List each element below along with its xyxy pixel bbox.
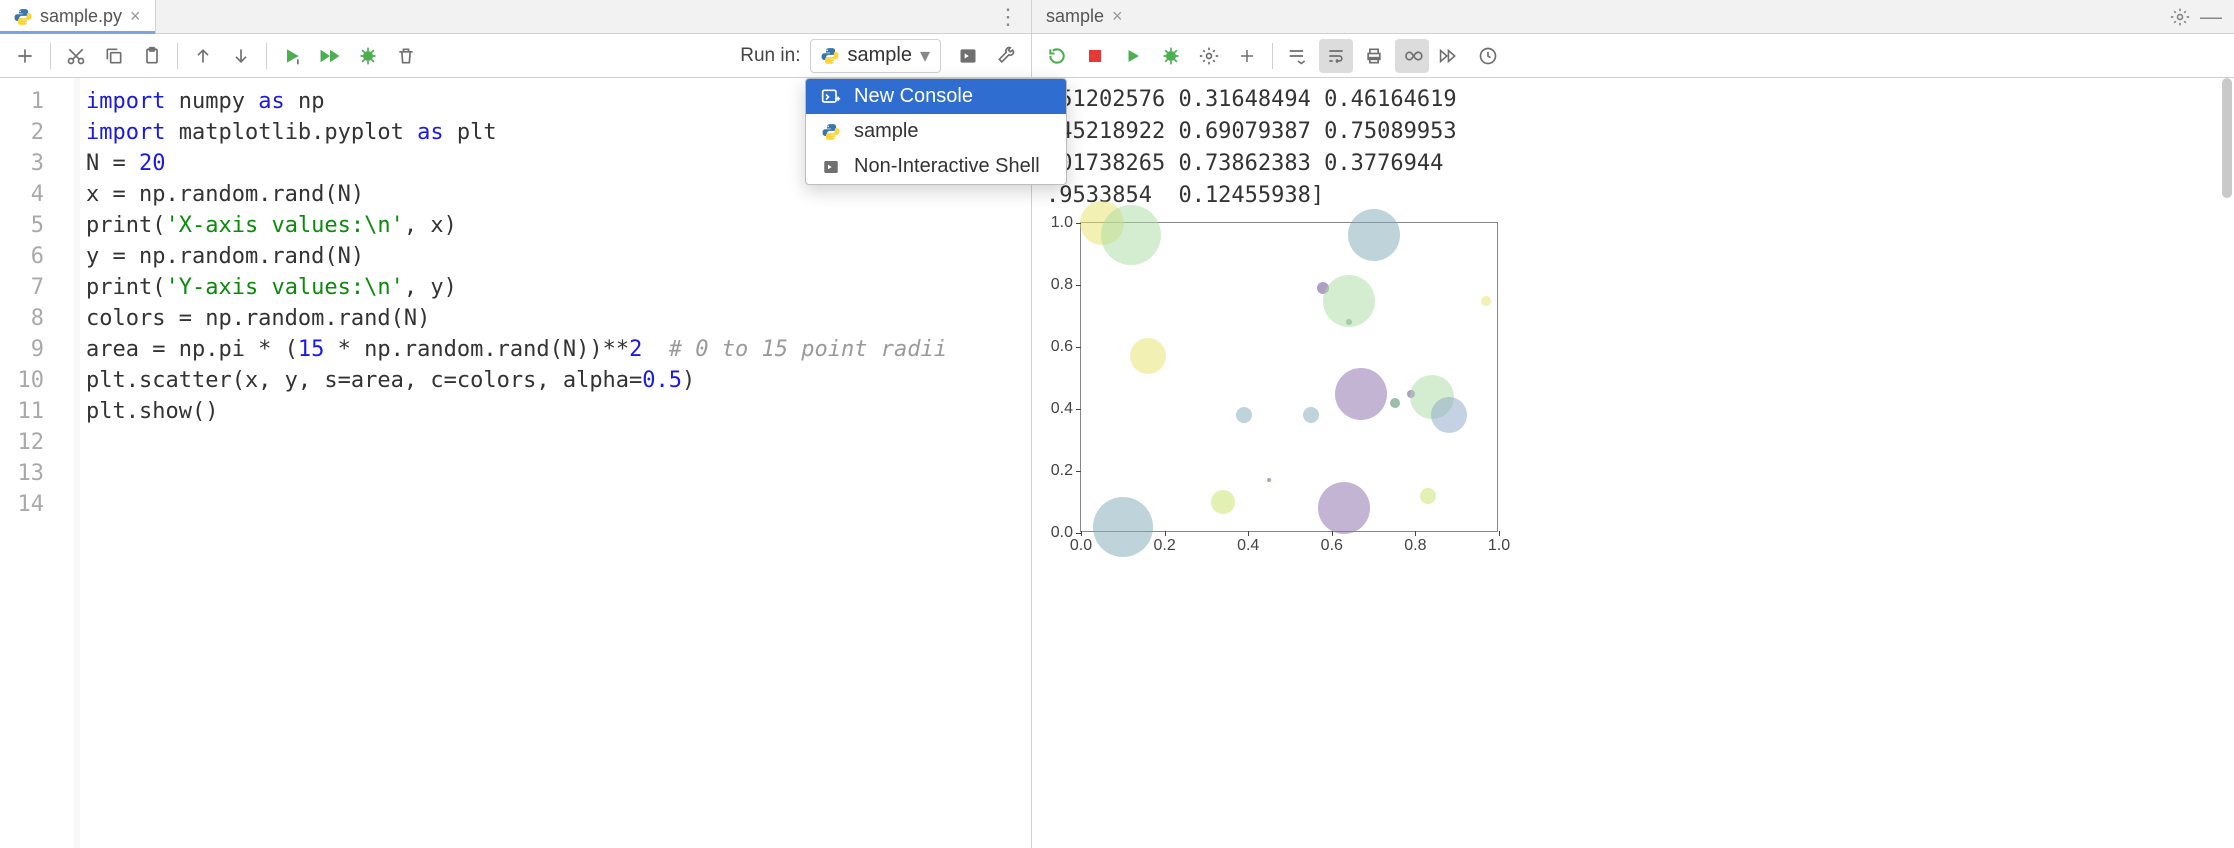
x-tick-label: 0.6: [1321, 537, 1343, 555]
new-cell-button[interactable]: [8, 39, 42, 73]
menu-item-label: Non-Interactive Shell: [854, 155, 1040, 178]
menu-item-label: sample: [854, 120, 918, 143]
python-file-icon: [14, 8, 32, 26]
chart-point: [1267, 478, 1271, 482]
x-tick-label: 0.4: [1237, 537, 1259, 555]
copy-button[interactable]: [97, 39, 131, 73]
run-target-menu[interactable]: New Console sample Non-Interactive Shell: [805, 78, 1067, 185]
chart-point: [1431, 397, 1467, 433]
y-tick-label: 0.4: [1051, 400, 1073, 418]
stop-button[interactable]: [1078, 39, 1112, 73]
shell-icon: [820, 158, 842, 176]
x-tick-label: 0.8: [1404, 537, 1426, 555]
chart-point: [1101, 205, 1161, 265]
python-icon: [821, 47, 839, 65]
rerun-button[interactable]: [1040, 39, 1074, 73]
scroll-to-end-button[interactable]: [1281, 39, 1315, 73]
print-button[interactable]: [1357, 39, 1391, 73]
chart-point: [1348, 209, 1400, 261]
chart-point: [1211, 490, 1235, 514]
run-target-value: sample: [847, 44, 911, 67]
editor-tab-sample[interactable]: sample.py ×: [0, 0, 156, 33]
paste-button[interactable]: [135, 39, 169, 73]
history-button[interactable]: [1471, 39, 1505, 73]
chart-point: [1335, 368, 1387, 420]
move-up-button[interactable]: [186, 39, 220, 73]
run-target-option-new-console[interactable]: New Console: [806, 79, 1066, 114]
chart-point: [1323, 275, 1375, 327]
chart-point: [1481, 296, 1491, 306]
run-button[interactable]: [1116, 39, 1150, 73]
delete-button[interactable]: [389, 39, 423, 73]
y-tick-label: 1.0: [1051, 214, 1073, 232]
tab-overflow-icon[interactable]: ⋮: [997, 4, 1019, 30]
y-tick-label: 0.6: [1051, 338, 1073, 356]
code-editor[interactable]: 1234567891011121314 import numpy as npim…: [0, 78, 1031, 848]
chart-point: [1130, 338, 1166, 374]
run-cell-button[interactable]: [275, 39, 309, 73]
move-down-button[interactable]: [224, 39, 258, 73]
console-toolbar: [1032, 34, 2234, 78]
scatter-chart: 0.00.20.40.60.81.00.00.20.40.60.81.0: [1080, 222, 1498, 532]
run-all-button[interactable]: [313, 39, 347, 73]
debug-button[interactable]: [1154, 39, 1188, 73]
console-tab-label: sample: [1046, 6, 1104, 27]
editor-code-area[interactable]: import numpy as npimport matplotlib.pypl…: [80, 78, 1031, 848]
console-tabbar: sample × —: [1032, 0, 2234, 34]
settings-wrench-button[interactable]: [989, 39, 1023, 73]
y-tick-label: 0.8: [1051, 276, 1073, 294]
minimize-icon[interactable]: —: [2200, 4, 2222, 30]
run-target-option-sample[interactable]: sample: [806, 114, 1066, 149]
soft-wrap-button[interactable]: [1319, 39, 1353, 73]
chevron-down-icon: ▾: [920, 43, 930, 68]
console-output: .51202576 0.31648494 0.46164619 .4521892…: [1032, 78, 2234, 222]
python-icon: [820, 123, 842, 141]
debug-button[interactable]: [351, 39, 385, 73]
close-icon[interactable]: ×: [1112, 6, 1123, 27]
chart-point: [1093, 497, 1153, 557]
console-settings-button[interactable]: [1192, 39, 1226, 73]
editor-gutter: 1234567891011121314: [0, 78, 80, 848]
x-tick-label: 0.0: [1070, 537, 1092, 555]
chart-point: [1236, 407, 1252, 423]
close-icon[interactable]: ×: [130, 6, 141, 27]
chart-point: [1420, 488, 1436, 504]
gear-icon[interactable]: [2170, 7, 2190, 27]
editor-tabbar: sample.py × ⋮: [0, 0, 1031, 34]
runin-label: Run in:: [740, 45, 800, 67]
run-target-combo[interactable]: sample ▾: [810, 39, 941, 73]
chart-point: [1390, 398, 1400, 408]
run-target-option-non-interactive-shell[interactable]: Non-Interactive Shell: [806, 149, 1066, 184]
x-tick-label: 0.2: [1153, 537, 1175, 555]
execute-in-shell-button[interactable]: [951, 39, 985, 73]
chart-point: [1318, 482, 1370, 534]
cut-button[interactable]: [59, 39, 93, 73]
menu-item-label: New Console: [854, 85, 973, 108]
infinity-button[interactable]: [1395, 39, 1429, 73]
editor-toolbar: Run in: sample ▾: [0, 34, 1031, 78]
chart-container: 0.00.20.40.60.81.00.00.20.40.60.81.0: [1032, 222, 2234, 544]
x-tick-label: 1.0: [1488, 537, 1510, 555]
y-tick-label: 0.2: [1051, 462, 1073, 480]
console-tab-sample[interactable]: sample ×: [1032, 0, 1137, 33]
scrollbar-thumb[interactable]: [2222, 78, 2232, 198]
chart-point: [1303, 407, 1319, 423]
new-console-icon: [820, 88, 842, 106]
editor-tab-label: sample.py: [40, 6, 122, 27]
fast-forward-button[interactable]: [1433, 39, 1467, 73]
add-button[interactable]: [1230, 39, 1264, 73]
